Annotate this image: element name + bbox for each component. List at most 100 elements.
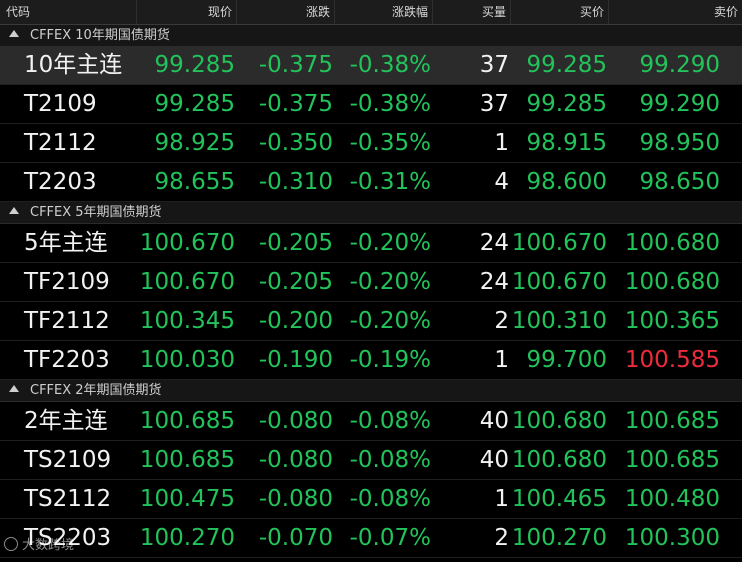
cell-change-pct: -0.35%: [349, 130, 431, 156]
table-row[interactable]: 2年主连 100.685 -0.080 -0.08% 40 100.680 10…: [0, 402, 742, 441]
cell-ask: 100.685: [624, 408, 720, 434]
cell-buy-qty: 4: [494, 169, 509, 195]
cell-ask: 99.290: [639, 52, 720, 78]
cell-change-pct: -0.20%: [349, 269, 431, 295]
cell-price: 100.345: [139, 308, 235, 334]
cell-code: 5年主连: [24, 230, 108, 256]
cell-ask: 98.650: [639, 169, 720, 195]
cell-bid: 100.465: [511, 486, 607, 512]
table-row[interactable]: TF2112 100.345 -0.200 -0.20% 2 100.310 1…: [0, 302, 742, 341]
cell-price: 100.685: [139, 447, 235, 473]
group-name: CFFEX 2年期国债期货: [30, 383, 162, 398]
cell-buy-qty: 24: [479, 269, 509, 295]
cell-buy-qty: 1: [494, 347, 509, 373]
cell-buy-qty: 2: [494, 308, 509, 334]
watermark-text: 大数跨境: [22, 538, 75, 553]
table-row[interactable]: TS2112 100.475 -0.080 -0.08% 1 100.465 1…: [0, 480, 742, 519]
group-name: CFFEX 10年期国债期货: [30, 28, 170, 43]
cell-change: -0.190: [258, 347, 333, 373]
cell-change-pct: -0.08%: [349, 486, 431, 512]
table-row[interactable]: T2112 98.925 -0.350 -0.35% 1 98.915 98.9…: [0, 124, 742, 163]
cell-ask: 100.585: [624, 347, 720, 373]
header-code[interactable]: 代码: [0, 0, 137, 24]
watermark-logo-icon: [4, 537, 18, 551]
cell-code: TF2112: [24, 308, 110, 334]
cell-change-pct: -0.38%: [349, 52, 431, 78]
cell-change-pct: -0.20%: [349, 308, 431, 334]
header-change-pct[interactable]: 涨跌幅: [335, 0, 433, 24]
cell-code: T2112: [24, 130, 97, 156]
cell-bid: 99.285: [526, 91, 607, 117]
table-row[interactable]: T2203 98.655 -0.310 -0.31% 4 98.600 98.6…: [0, 163, 742, 202]
cell-ask: 98.950: [639, 130, 720, 156]
cell-ask: 100.365: [624, 308, 720, 334]
table-row[interactable]: 5年主连 100.670 -0.205 -0.20% 24 100.670 10…: [0, 224, 742, 263]
cell-change: -0.205: [258, 269, 333, 295]
cell-change: -0.350: [258, 130, 333, 156]
cell-price: 100.270: [139, 525, 235, 551]
cell-price: 100.030: [139, 347, 235, 373]
header-price[interactable]: 现价: [137, 0, 237, 24]
cell-change: -0.080: [258, 447, 333, 473]
cell-change: -0.080: [258, 408, 333, 434]
cell-bid: 100.680: [511, 447, 607, 473]
cell-ask: 99.290: [639, 91, 720, 117]
cell-price: 100.475: [139, 486, 235, 512]
cell-price: 98.925: [154, 130, 235, 156]
header-ask[interactable]: 卖价: [609, 0, 742, 24]
cell-bid: 98.600: [526, 169, 607, 195]
column-header: 代码 现价 涨跌 涨跌幅 买量 买价 卖价: [0, 0, 742, 25]
cell-price: 98.655: [154, 169, 235, 195]
group-name: CFFEX 5年期国债期货: [30, 205, 162, 220]
cell-change: -0.375: [258, 52, 333, 78]
cell-price: 99.285: [154, 91, 235, 117]
cell-change-pct: -0.07%: [349, 525, 431, 551]
group-header-2y[interactable]: CFFEX 2年期国债期货: [0, 380, 742, 402]
cell-change: -0.070: [258, 525, 333, 551]
cell-ask: 100.685: [624, 447, 720, 473]
group-header-5y[interactable]: CFFEX 5年期国债期货: [0, 202, 742, 224]
cell-change: -0.205: [258, 230, 333, 256]
table-row[interactable]: 10年主连 99.285 -0.375 -0.38% 37 99.285 99.…: [0, 46, 742, 85]
cell-price: 99.285: [154, 52, 235, 78]
cell-bid: 98.915: [526, 130, 607, 156]
table-row[interactable]: TF2203 100.030 -0.190 -0.19% 1 99.700 10…: [0, 341, 742, 380]
header-change[interactable]: 涨跌: [237, 0, 335, 24]
cell-buy-qty: 1: [494, 130, 509, 156]
table-row[interactable]: T2109 99.285 -0.375 -0.38% 37 99.285 99.…: [0, 85, 742, 124]
header-bid[interactable]: 买价: [511, 0, 609, 24]
cell-bid: 99.285: [526, 52, 607, 78]
collapse-triangle-icon[interactable]: [9, 385, 19, 392]
table-row[interactable]: TF2109 100.670 -0.205 -0.20% 24 100.670 …: [0, 263, 742, 302]
cell-change-pct: -0.31%: [349, 169, 431, 195]
cell-change: -0.375: [258, 91, 333, 117]
cell-change-pct: -0.08%: [349, 447, 431, 473]
cell-buy-qty: 24: [479, 230, 509, 256]
cell-bid: 100.670: [511, 269, 607, 295]
cell-bid: 100.270: [511, 525, 607, 551]
table-row[interactable]: TS2203 100.270 -0.070 -0.07% 2 100.270 1…: [0, 519, 742, 558]
cell-buy-qty: 37: [479, 52, 509, 78]
cell-bid: 99.700: [526, 347, 607, 373]
cell-change-pct: -0.20%: [349, 230, 431, 256]
cell-price: 100.670: [139, 269, 235, 295]
cell-buy-qty: 1: [494, 486, 509, 512]
group-header-10y[interactable]: CFFEX 10年期国债期货: [0, 25, 742, 47]
header-buy-qty[interactable]: 买量: [433, 0, 511, 24]
table-row[interactable]: TS2109 100.685 -0.080 -0.08% 40 100.680 …: [0, 441, 742, 480]
cell-ask: 100.680: [624, 230, 720, 256]
cell-code: TS2109: [24, 447, 112, 473]
cell-ask: 100.480: [624, 486, 720, 512]
cell-buy-qty: 40: [479, 447, 509, 473]
cell-change: -0.080: [258, 486, 333, 512]
cell-code: TF2109: [24, 269, 110, 295]
watermark: 大数跨境: [4, 537, 74, 554]
cell-buy-qty: 40: [479, 408, 509, 434]
collapse-triangle-icon[interactable]: [9, 30, 19, 37]
cell-ask: 100.300: [624, 525, 720, 551]
cell-buy-qty: 2: [494, 525, 509, 551]
cell-price: 100.670: [139, 230, 235, 256]
collapse-triangle-icon[interactable]: [9, 207, 19, 214]
cell-price: 100.685: [139, 408, 235, 434]
cell-ask: 100.680: [624, 269, 720, 295]
